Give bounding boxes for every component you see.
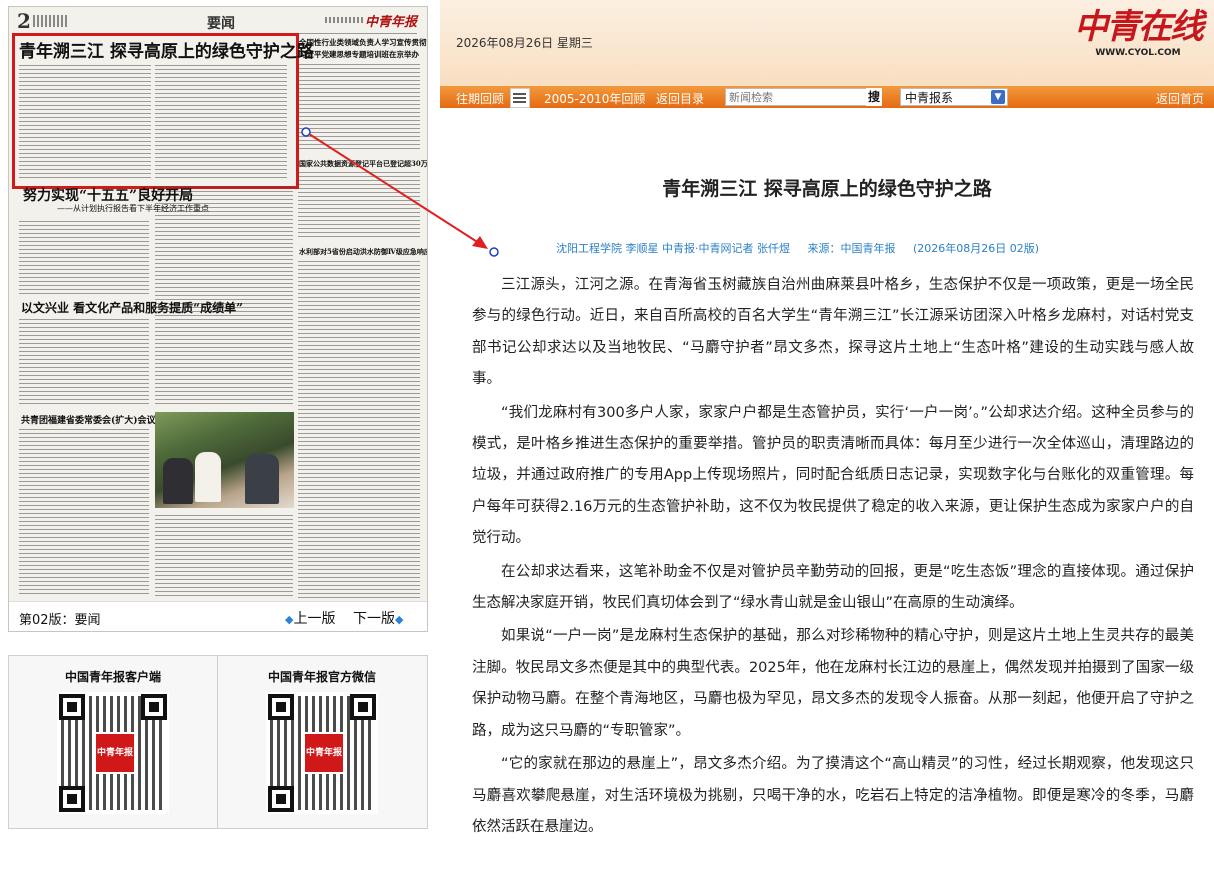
qr-logo: 中青年报 xyxy=(94,732,136,774)
photo-person xyxy=(195,452,221,502)
paper-masthead: 2 要闻 中青年报 xyxy=(17,9,417,34)
paper-select[interactable]: 中青报系 ▼ xyxy=(900,88,1008,106)
paper-headline[interactable]: 国家公共数据资源登记平台已登记超30万项 xyxy=(299,159,427,169)
article-paragraph: 如果说“一户一岗”是龙麻村生态保护的基础，那么对珍稀物种的精心守护，则是这片土地… xyxy=(472,628,1194,739)
photo-person xyxy=(163,458,193,504)
paper-logo: 中青年报 xyxy=(364,15,417,30)
qr-title: 中国青年报客户端 xyxy=(64,670,161,684)
paper-section-title: 要闻 xyxy=(207,16,235,32)
paper-text-block xyxy=(19,317,149,407)
paper-date-line xyxy=(325,17,365,23)
paper-edition-info xyxy=(33,15,67,27)
paper-text-block xyxy=(19,63,151,178)
article-body: 三江源头，江河之源。在青海省玉树藏族自治州曲麻莱县叶格乡，生态保护不仅是一项政策… xyxy=(472,270,1194,845)
paper-text-block xyxy=(298,259,420,599)
paper-photo[interactable] xyxy=(155,412,294,508)
qr-code-icon: 中青年报 xyxy=(57,692,169,814)
paper-headline[interactable]: 全国性行业类领域负责人学习宣传贯彻 xyxy=(299,37,427,48)
article-paragraph: “我们龙麻村有300多户人家，家家户户都是生态管护员，实行‘一户一岗’。”公却求… xyxy=(472,404,1194,547)
article-paragraph: “它的家就在那边的悬崖上”，昂文多杰介绍。为了摸清这个“高山精灵”的习性，经过长… xyxy=(472,756,1194,835)
paper-text-block xyxy=(155,513,293,597)
nav-bar: 往期回顾 2005-2010年回顾 返回目录 搜 中青报系 ▼ 返回首页 xyxy=(440,86,1214,108)
paper-text-block xyxy=(298,62,420,152)
byline-authors: 沈阳工程学院 李顺星 中青报·中青网记者 张仟煜 xyxy=(556,242,790,255)
search-button[interactable]: 搜 xyxy=(866,88,882,106)
qr-logo: 中青年报 xyxy=(303,732,345,774)
byline-date: (2026年08月26日 02版) xyxy=(913,242,1040,255)
qr-panel: 中国青年报客户端 中青年报 中国青年报官方微信 中青年报 xyxy=(8,655,428,829)
logo-url: WWW.CYOL.COM xyxy=(1095,48,1181,58)
nav-back-index[interactable]: 返回目录 xyxy=(656,90,704,107)
prev-page-link[interactable]: ◆上一版 xyxy=(285,608,335,628)
newspaper-page-thumbnail[interactable]: 2 要闻 中青年报 青年溯三江 探寻高原上的绿色守护之路 全国性行业类领域负责人… xyxy=(8,6,428,632)
nav-archive[interactable]: 往期回顾 xyxy=(456,90,504,107)
arrow-right-icon: ◆ xyxy=(395,613,404,626)
paper-headline[interactable]: 水利部对5省份启动洪水防御Ⅳ级应急响应 xyxy=(299,247,427,257)
paper-headline[interactable]: 习近平党建思想专题培训班在京举办 xyxy=(299,49,419,60)
article-paragraph: 三江源头，江河之源。在青海省玉树藏族自治州曲麻莱县叶格乡，生态保护不仅是一项政策… xyxy=(472,277,1194,388)
current-date: 2026年08月26日 星期三 xyxy=(456,36,593,50)
search-input[interactable] xyxy=(725,88,870,106)
paper-text-block xyxy=(298,170,420,240)
nav-home[interactable]: 返回首页 xyxy=(1156,90,1204,107)
paper-page-number: 2 xyxy=(17,9,31,33)
site-header: 2026年08月26日 星期三 中青在线 WWW.CYOL.COM xyxy=(440,0,1214,86)
qr-title: 中国青年报官方微信 xyxy=(267,670,376,684)
byline-source: 来源：中国青年报 xyxy=(807,242,896,255)
paper-text-block xyxy=(19,427,149,597)
article-byline: 沈阳工程学院 李顺星 中青报·中青网记者 张仟煜 来源：中国青年报 (2026年… xyxy=(556,240,1053,256)
page-label: 第02版：要闻 xyxy=(19,613,101,628)
paper-subheadline: ——从计划执行报告看下半年经济工作重点 xyxy=(57,204,209,213)
next-page-link[interactable]: 下一版◆ xyxy=(353,608,403,628)
qr-code-icon: 中青年报 xyxy=(266,692,378,814)
paper-lead-title[interactable]: 青年溯三江 探寻高原上的绿色守护之路 xyxy=(19,37,314,62)
article-title: 青年溯三江 探寻高原上的绿色守护之路 xyxy=(662,178,992,200)
qr-card-app: 中国青年报客户端 中青年报 xyxy=(9,656,218,828)
calendar-icon[interactable] xyxy=(510,88,530,108)
paper-headline[interactable]: 共青团福建省委常委会(扩大)会议召开 xyxy=(21,413,174,426)
left-panel: 2 要闻 中青年报 青年溯三江 探寻高原上的绿色守护之路 全国性行业类领域负责人… xyxy=(0,0,440,875)
chevron-down-icon: ▼ xyxy=(991,90,1005,104)
paper-headline[interactable]: 以文兴业 看文化产品和服务提质“成绩单” xyxy=(21,299,243,316)
article-paragraph: 在公却求达看来，这笔补助金不仅是对管护员辛勤劳动的回报，更是“吃生态饭”理念的直… xyxy=(472,563,1194,612)
photo-person xyxy=(245,454,279,504)
paper-text-block xyxy=(19,219,149,297)
paper-headline[interactable]: 努力实现“十五五”良好开局 xyxy=(23,185,193,205)
nav-archive-2005[interactable]: 2005-2010年回顾 xyxy=(544,90,645,107)
paper-text-block xyxy=(155,63,287,178)
paper-text-block xyxy=(155,185,293,407)
logo-glyph: 中青在线 xyxy=(1074,7,1204,47)
qr-card-wechat: 中国青年报官方微信 中青年报 xyxy=(218,656,426,828)
paper-footer: 第02版：要闻 ◆上一版 下一版◆ xyxy=(9,601,427,631)
site-logo[interactable]: 中青在线 WWW.CYOL.COM xyxy=(1074,6,1204,58)
